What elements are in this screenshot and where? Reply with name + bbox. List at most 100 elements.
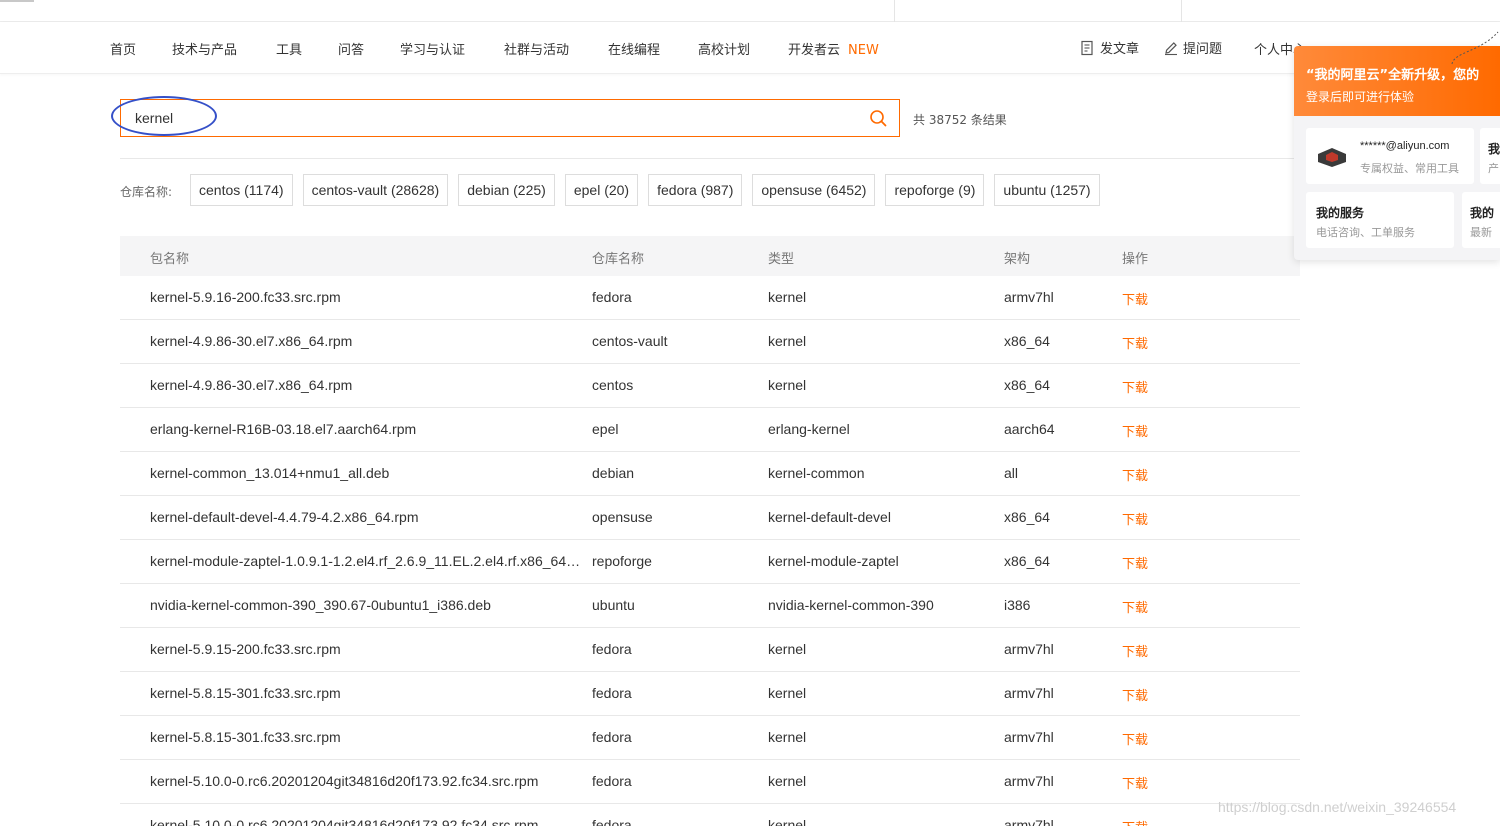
nav-item-tech-products[interactable]: 技术与产品 (172, 39, 237, 58)
top-bar (0, 0, 1500, 22)
cell-package-name: kernel-5.8.15-301.fc33.src.rpm (150, 685, 341, 701)
popup-card-desc: 产 (1488, 162, 1499, 175)
document-edit-icon (1081, 40, 1093, 55)
search-box (120, 99, 900, 137)
search-icon[interactable] (869, 109, 887, 127)
table-row: kernel-5.10.0-0.rc6.20201204git34816d20f… (120, 804, 1300, 826)
popup-card-partial[interactable]: 我的 最新 (1462, 192, 1500, 248)
nav-item-developer-cloud[interactable]: 开发者云 NEW (788, 39, 879, 58)
nav-item-qa[interactable]: 问答 (338, 39, 364, 58)
cell-repo-name: fedora (592, 641, 632, 657)
repo-tag-opensuse[interactable]: opensuse (6452) (752, 174, 876, 206)
cell-repo-name: ubuntu (592, 597, 635, 613)
my-aliyun-popup: “我的阿里云”全新升级，您的 登录后即可进行体验 ******@aliyun.c… (1294, 46, 1500, 260)
cell-type: kernel (768, 377, 807, 393)
table-row: erlang-kernel-R16B-03.18.el7.aarch64.rpm… (120, 408, 1300, 452)
repo-tag-fedora[interactable]: fedora (987) (648, 174, 743, 206)
download-link[interactable]: 下载 (1122, 685, 1148, 704)
cell-arch: x86_64 (1004, 333, 1050, 349)
cell-repo-name: fedora (592, 773, 632, 789)
cell-repo-name: debian (592, 465, 635, 481)
cell-type: erlang-kernel (768, 421, 850, 437)
download-link[interactable]: 下载 (1122, 729, 1148, 748)
cell-repo-name: epel (592, 421, 619, 437)
cell-arch: x86_64 (1004, 377, 1050, 393)
repo-tag-epel[interactable]: epel (20) (564, 174, 639, 206)
repo-tag-debian[interactable]: debian (225) (458, 174, 555, 206)
cell-repo-name: repoforge (592, 553, 652, 569)
table-row: kernel-4.9.86-30.el7.x86_64.rpm centos k… (120, 364, 1300, 408)
table-row: kernel-5.8.15-301.fc33.src.rpm fedora ke… (120, 672, 1300, 716)
cell-type: kernel-default-devel (768, 509, 891, 525)
repo-tag-centos-vault[interactable]: centos-vault (28628) (302, 174, 449, 206)
cell-package-name: kernel-default-devel-4.4.79-4.2.x86_64.r… (150, 509, 419, 525)
new-badge: NEW (848, 43, 879, 58)
cell-package-name: kernel-module-zaptel-1.0.9.1-1.2.el4.rf_… (150, 553, 582, 569)
my-services-desc: 电话咨询、工单服务 (1316, 226, 1415, 239)
repo-filter-label: 仓库名称: (120, 185, 173, 199)
download-link[interactable]: 下载 (1122, 817, 1148, 826)
cell-type: kernel (768, 773, 807, 789)
nav-item-home[interactable]: 首页 (110, 39, 136, 58)
cell-type: kernel (768, 641, 807, 657)
cell-arch: x86_64 (1004, 553, 1050, 569)
download-link[interactable]: 下载 (1122, 333, 1148, 352)
cell-repo-name: opensuse (592, 509, 653, 525)
repo-tag-centos[interactable]: centos (1174) (190, 174, 293, 206)
table-row: nvidia-kernel-common-390_390.67-0ubuntu1… (120, 584, 1300, 628)
cell-package-name: kernel-common_13.014+nmu1_all.deb (150, 465, 390, 481)
repo-filter-tags: centos (1174) centos-vault (28628) debia… (190, 174, 1100, 206)
result-count: 共 38752 条结果 (913, 113, 1007, 127)
nav-item-community[interactable]: 社群与活动 (504, 39, 569, 58)
cell-arch: armv7hl (1004, 773, 1054, 789)
nav-item-online-coding[interactable]: 在线编程 (608, 39, 660, 58)
divider (120, 158, 1300, 159)
download-link[interactable]: 下载 (1122, 465, 1148, 484)
account-card[interactable]: ******@aliyun.com 专属权益、常用工具 (1306, 128, 1474, 184)
write-article-button[interactable]: 发文章 (1080, 38, 1139, 57)
my-services-card[interactable]: 我的服务 电话咨询、工单服务 (1306, 192, 1454, 248)
cell-type: kernel (768, 333, 807, 349)
cell-repo-name: centos (592, 377, 634, 393)
download-link[interactable]: 下载 (1122, 377, 1148, 396)
pencil-icon (1165, 41, 1177, 55)
download-link[interactable]: 下载 (1122, 289, 1148, 308)
cell-package-name: erlang-kernel-R16B-03.18.el7.aarch64.rpm (150, 421, 417, 437)
table-row: kernel-default-devel-4.4.79-4.2.x86_64.r… (120, 496, 1300, 540)
cell-type: nvidia-kernel-common-390 (768, 597, 934, 613)
account-email: ******@aliyun.com (1360, 140, 1450, 152)
download-link[interactable]: 下载 (1122, 421, 1148, 440)
table-row: kernel-5.9.16-200.fc33.src.rpm fedora ke… (120, 276, 1300, 320)
cell-arch: aarch64 (1004, 421, 1055, 437)
download-link[interactable]: 下载 (1122, 509, 1148, 528)
popup-title: “我的阿里云”全新升级，您的 (1306, 68, 1480, 83)
dashed-curve-decoration (1451, 31, 1499, 65)
cell-arch: armv7hl (1004, 817, 1054, 826)
cell-repo-name: fedora (592, 729, 632, 745)
popup-card-partial[interactable]: 我 产 (1480, 128, 1500, 184)
cell-type: kernel-common (768, 465, 865, 481)
table-row: kernel-5.10.0-0.rc6.20201204git34816d20f… (120, 760, 1300, 804)
cell-type: kernel (768, 729, 807, 745)
search-input[interactable] (135, 108, 835, 128)
cell-arch: i386 (1004, 597, 1031, 613)
cell-package-name: kernel-4.9.86-30.el7.x86_64.rpm (150, 377, 353, 393)
nav-item-learning[interactable]: 学习与认证 (400, 39, 465, 58)
repo-tag-repoforge[interactable]: repoforge (9) (885, 174, 985, 206)
ask-question-button[interactable]: 提问题 (1163, 38, 1222, 57)
cell-repo-name: centos-vault (592, 333, 668, 349)
download-link[interactable]: 下载 (1122, 597, 1148, 616)
nav-item-university[interactable]: 高校计划 (698, 39, 750, 58)
repo-tag-ubuntu[interactable]: ubuntu (1257) (994, 174, 1100, 206)
download-link[interactable]: 下载 (1122, 553, 1148, 572)
nav-item-tools[interactable]: 工具 (276, 39, 302, 58)
cell-arch: armv7hl (1004, 289, 1054, 305)
header-action: 操作 (1122, 252, 1149, 267)
top-bar-mark (0, 0, 34, 2)
popup-card-title: 我的 (1470, 206, 1495, 220)
header-type: 类型 (768, 252, 795, 267)
table-row: kernel-common_13.014+nmu1_all.deb debian… (120, 452, 1300, 496)
cell-type: kernel (768, 289, 807, 305)
download-link[interactable]: 下载 (1122, 641, 1148, 660)
download-link[interactable]: 下载 (1122, 773, 1148, 792)
